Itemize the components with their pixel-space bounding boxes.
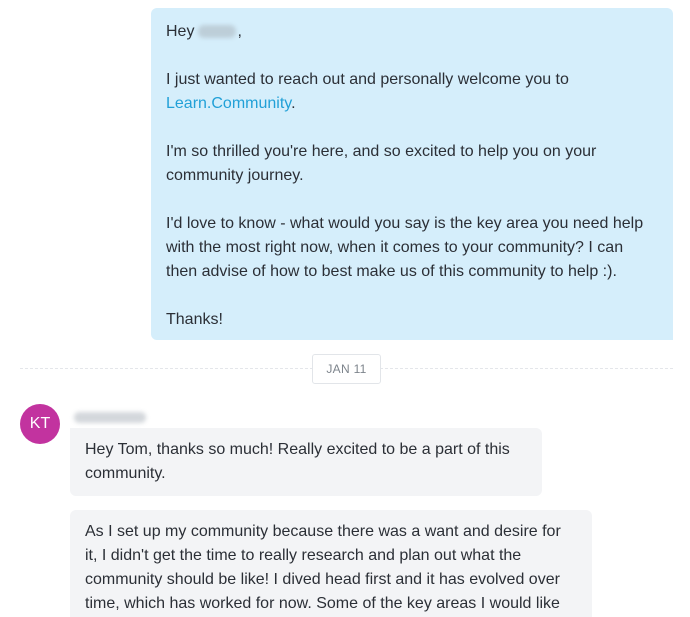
- redacted-sender-name: [74, 412, 146, 423]
- date-separator: JAN 11: [312, 354, 381, 384]
- avatar[interactable]: KT: [20, 404, 60, 444]
- incoming-message-bubble: Hey Tom, thanks so much! Really excited …: [70, 428, 542, 496]
- message-paragraph: Hey,: [166, 20, 658, 44]
- message-paragraph: I'd love to know - what would you say is…: [166, 215, 644, 280]
- message-paragraph: Thanks!: [166, 311, 223, 328]
- community-link[interactable]: Learn.Community: [166, 95, 291, 112]
- redacted-recipient-name: [198, 25, 237, 39]
- incoming-message-bubble: As I set up my community because there w…: [70, 510, 592, 617]
- message-paragraph: I'm so thrilled you're here, and so exci…: [166, 143, 597, 184]
- message-text: .: [291, 95, 296, 112]
- message-paragraph: I just wanted to reach out and personall…: [166, 68, 658, 116]
- greeting-text: Hey: [166, 23, 195, 40]
- greeting-punctuation: ,: [237, 23, 242, 40]
- message-text: I just wanted to reach out and personall…: [166, 71, 569, 88]
- outgoing-message-bubble: Hey, I just wanted to reach out and pers…: [151, 8, 673, 340]
- chat-thread: Hey, I just wanted to reach out and pers…: [0, 0, 690, 617]
